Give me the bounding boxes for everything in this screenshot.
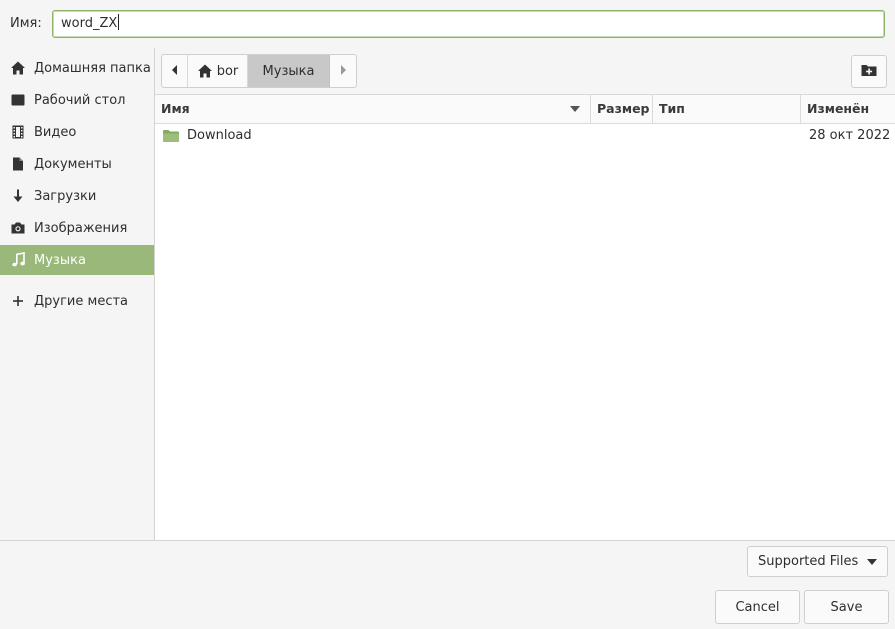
path-bar: bor Музыка	[161, 54, 357, 88]
sidebar-item-desktop[interactable]: Рабочий стол	[0, 85, 154, 115]
save-button[interactable]: Save	[804, 590, 889, 624]
sidebar-item-label: Загрузки	[34, 188, 97, 204]
sidebar-item-downloads[interactable]: Загрузки	[0, 181, 154, 211]
film-icon	[10, 124, 26, 140]
column-header-label: Тип	[659, 101, 685, 116]
path-segment-label: bor	[216, 63, 239, 79]
download-arrow-icon	[10, 188, 26, 204]
path-toolbar: bor Музыка	[155, 48, 895, 95]
column-header-name[interactable]: Имя	[155, 95, 591, 123]
sidebar-item-other-locations[interactable]: Другие места	[0, 286, 154, 316]
filter-selected-value: Supported Files	[758, 554, 859, 569]
sidebar-item-documents[interactable]: Документы	[0, 149, 154, 179]
cancel-button[interactable]: Cancel	[715, 590, 800, 624]
sidebar-item-label: Музыка	[34, 252, 86, 268]
column-header-size[interactable]: Размер	[591, 95, 653, 123]
column-header-modified[interactable]: Изменён	[801, 95, 895, 123]
home-icon	[10, 60, 26, 76]
sidebar-item-videos[interactable]: Видео	[0, 117, 154, 147]
new-folder-icon	[860, 62, 878, 82]
sidebar-item-label: Другие места	[34, 293, 129, 309]
column-header-type[interactable]: Тип	[653, 95, 801, 123]
file-modified: 28 окт 2022	[809, 128, 891, 143]
file-browser: bor Музыка Имя Размер Тип Изменён Downlo…	[155, 48, 895, 540]
desktop-icon	[10, 92, 26, 108]
new-folder-button[interactable]	[851, 55, 887, 88]
file-type-filter[interactable]: Supported Files	[747, 546, 888, 577]
column-header-label: Размер	[597, 101, 650, 116]
sidebar-item-label: Изображения	[34, 220, 128, 236]
plus-icon	[10, 293, 26, 309]
sidebar-item-label: Видео	[34, 124, 77, 140]
dialog-footer: Supported Files Cancel Save	[0, 540, 895, 629]
path-segment-current[interactable]: Музыка	[248, 55, 330, 87]
chevron-left-icon	[171, 64, 179, 79]
filename-value: word_ZX	[61, 16, 118, 31]
file-name: Download	[187, 128, 252, 143]
places-sidebar: Домашняя папка Рабочий стол Видео Докуме…	[0, 48, 155, 540]
document-icon	[10, 156, 26, 172]
file-row[interactable]: Download 28 окт 2022	[155, 124, 895, 148]
home-icon	[197, 63, 213, 79]
path-forward-button[interactable]	[330, 55, 356, 87]
file-list-header: Имя Размер Тип Изменён	[155, 95, 895, 124]
column-header-label: Имя	[161, 101, 190, 116]
sidebar-item-home[interactable]: Домашняя папка	[0, 53, 154, 83]
chevron-right-icon	[339, 64, 347, 79]
sidebar-item-music[interactable]: Музыка	[0, 245, 154, 275]
sidebar-item-label: Домашняя папка	[34, 60, 151, 76]
music-note-icon	[10, 252, 26, 268]
sidebar-item-label: Документы	[34, 156, 112, 172]
camera-icon	[10, 220, 26, 236]
column-header-label: Изменён	[807, 101, 870, 116]
sidebar-item-label: Рабочий стол	[34, 92, 126, 108]
filename-input[interactable]: word_ZX	[52, 10, 885, 38]
folder-icon	[162, 128, 180, 148]
path-segment-label: Музыка	[262, 63, 315, 79]
sidebar-item-pictures[interactable]: Изображения	[0, 213, 154, 243]
path-back-button[interactable]	[162, 55, 188, 87]
filename-label: Имя:	[10, 16, 42, 31]
path-segment-home[interactable]: bor	[188, 55, 248, 87]
sort-descending-icon	[570, 106, 580, 112]
dropdown-arrow-icon	[867, 559, 877, 565]
filename-bar: Имя: word_ZX	[0, 0, 895, 48]
text-caret	[118, 14, 120, 30]
